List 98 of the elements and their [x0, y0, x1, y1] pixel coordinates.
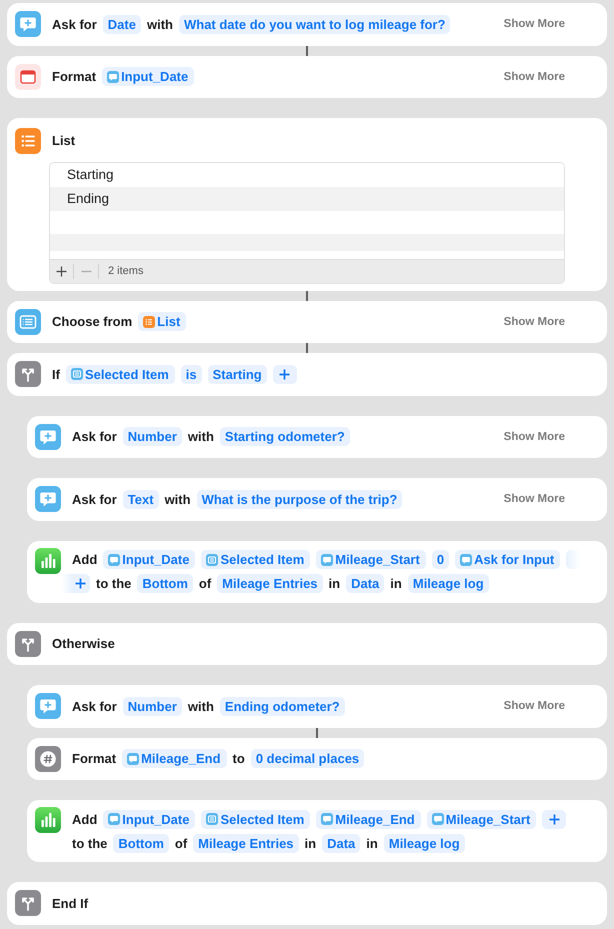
- parameter-token[interactable]: Number: [122, 427, 182, 446]
- variable-token[interactable]: List: [138, 312, 186, 332]
- add-parameter-button[interactable]: [542, 810, 566, 828]
- speech-bubble-plus-icon: [35, 486, 61, 512]
- speech-bubble-plus-icon: [15, 11, 41, 38]
- parameter-token[interactable]: What date do you want to log mileage for?: [178, 14, 450, 34]
- bar-chart-icon: [35, 548, 61, 574]
- parameter-token[interactable]: Text: [122, 490, 159, 509]
- speech-bubble-icon: [432, 813, 444, 825]
- variable-token[interactable]: Input_Date: [102, 67, 194, 86]
- parameter-token[interactable]: Bottom: [113, 834, 169, 852]
- action-text: of: [198, 576, 212, 591]
- action-text: to the: [72, 836, 108, 850]
- variable-token[interactable]: Mileage_Start: [426, 810, 536, 828]
- add-parameter-button[interactable]: [61, 574, 90, 593]
- show-more-button[interactable]: Show More: [504, 316, 565, 328]
- parameter-token[interactable]: Bottom: [137, 574, 193, 593]
- add-parameter-button[interactable]: [272, 364, 297, 384]
- action-text: List: [52, 133, 76, 148]
- action-text: with: [164, 492, 191, 507]
- calendar-icon: [15, 64, 41, 90]
- show-more-button[interactable]: Show More: [504, 430, 565, 443]
- fork-icon: [15, 361, 41, 388]
- fork-icon: [15, 630, 41, 657]
- action-text: Add: [72, 812, 98, 826]
- speech-bubble-icon: [460, 554, 472, 566]
- parameter-token[interactable]: Data: [322, 834, 360, 852]
- action-text: Otherwise: [52, 636, 115, 652]
- action-text: in: [328, 576, 340, 591]
- action-text: to the: [96, 576, 132, 591]
- show-more-button[interactable]: Show More: [504, 18, 565, 30]
- action-text: with: [146, 16, 173, 32]
- speech-bubble-plus-icon: [35, 693, 61, 720]
- parameter-token[interactable]: Starting: [208, 364, 267, 384]
- parameter-token[interactable]: Mileage Entries: [217, 574, 323, 593]
- action-text: Ask for: [72, 492, 117, 507]
- variable-token[interactable]: Mileage_End: [316, 810, 421, 828]
- parameter-token[interactable]: Mileage Entries: [193, 834, 299, 852]
- show-more-button[interactable]: Show More: [504, 493, 565, 506]
- variable-token[interactable]: Selected Item: [201, 550, 310, 569]
- action-text: in: [304, 836, 316, 850]
- list-icon: [143, 316, 156, 328]
- variable-token[interactable]: Mileage_End: [122, 749, 227, 768]
- speech-bubble-icon: [127, 752, 140, 765]
- action-text: of: [174, 836, 188, 850]
- list-window-icon: [15, 308, 41, 335]
- variable-token[interactable]: Selected Item: [201, 810, 310, 828]
- speech-bubble-icon: [107, 70, 120, 83]
- action-text: Ask for: [72, 429, 117, 444]
- variable-token[interactable]: Input_Date: [103, 810, 196, 828]
- speech-bubble-icon: [321, 813, 334, 825]
- parameter-token[interactable]: Data: [346, 574, 384, 593]
- speech-bubble-icon: [108, 813, 120, 825]
- list-window-icon: [206, 813, 218, 825]
- action-text: with: [188, 698, 214, 714]
- speech-bubble-icon: [108, 554, 120, 566]
- list-item[interactable]: Ending: [50, 186, 564, 210]
- variable-token[interactable]: Selected Item: [66, 364, 175, 384]
- parameter-token[interactable]: 0 decimal places: [250, 749, 364, 768]
- action-text: Choose from: [52, 314, 132, 330]
- plus-icon: [548, 814, 560, 824]
- action-text: If: [52, 366, 60, 382]
- list-icon: [15, 128, 41, 154]
- variable-token[interactable]: Ask for Input: [455, 550, 560, 569]
- action-text: Ask for: [72, 698, 117, 714]
- parameter-token[interactable]: Mileage log: [384, 834, 465, 852]
- variable-token[interactable]: Input_Date: [103, 550, 196, 569]
- action-text: with: [188, 429, 214, 444]
- show-more-button[interactable]: Show More: [504, 700, 565, 712]
- speech-bubble-plus-icon: [35, 424, 61, 450]
- speech-bubble-icon: [321, 554, 334, 566]
- action-text: Ask for: [52, 16, 97, 32]
- parameter-token[interactable]: Date: [102, 14, 141, 34]
- action-text: End If: [52, 896, 88, 911]
- action-text: to: [232, 751, 245, 766]
- parameter-token[interactable]: Number: [122, 696, 182, 716]
- action-text: in: [390, 576, 402, 591]
- parameter-token[interactable]: Starting odometer?: [220, 427, 350, 446]
- list-window-icon: [70, 368, 83, 380]
- parameter-token[interactable]: Mileage log: [408, 574, 489, 593]
- action-text: Format: [72, 751, 116, 766]
- action-text: Add: [72, 552, 98, 567]
- show-more-button[interactable]: Show More: [504, 70, 565, 83]
- plus-icon: [279, 368, 290, 380]
- variable-token[interactable]: Mileage_Start: [316, 550, 426, 569]
- action-text: in: [366, 836, 378, 850]
- number-sign-icon: [35, 746, 61, 772]
- plus-icon: [75, 578, 86, 589]
- plus-icon: [56, 266, 67, 276]
- parameter-token[interactable]: is: [180, 364, 202, 384]
- bar-chart-icon: [35, 807, 61, 833]
- list-window-icon: [206, 554, 218, 566]
- item-count: 2 items: [108, 265, 144, 277]
- action-text: Format: [52, 69, 96, 84]
- parameter-token[interactable]: What is the purpose of the trip?: [196, 490, 402, 509]
- fork-icon: [15, 890, 41, 916]
- parameter-token[interactable]: Ending odometer?: [220, 696, 345, 716]
- parameter-token[interactable]: 0: [432, 550, 450, 569]
